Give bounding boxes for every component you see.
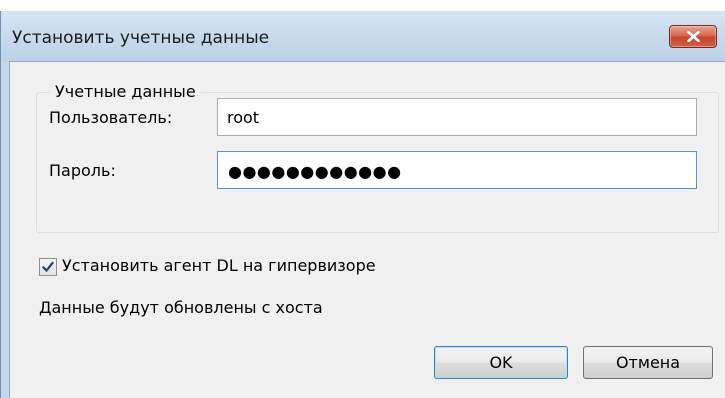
install-agent-label: Установить агент DL на гипервизоре <box>62 256 376 275</box>
user-label: Пользователь: <box>49 108 173 127</box>
cancel-button[interactable]: Отмена <box>583 346 713 379</box>
user-input[interactable] <box>217 98 697 136</box>
dialog-client-area: Учетные данные Пользователь: Пароль: ●●●… <box>9 61 725 398</box>
ok-button[interactable]: OK <box>434 346 568 379</box>
close-icon <box>687 31 700 42</box>
password-input[interactable]: ●●●●●●●●●●●● <box>217 151 697 189</box>
credentials-group-label: Учетные данные <box>50 82 201 101</box>
top-cropped-strip <box>0 0 725 11</box>
info-text: Данные будут обновлены с хоста <box>39 298 323 317</box>
install-agent-checkbox[interactable] <box>39 258 57 276</box>
dialog-title: Установить учетные данные <box>12 28 270 48</box>
title-bar[interactable]: Установить учетные данные <box>1 11 725 61</box>
password-label: Пароль: <box>49 161 116 180</box>
close-button[interactable] <box>669 25 717 48</box>
password-mask: ●●●●●●●●●●●● <box>228 162 402 181</box>
credentials-groupbox: Учетные данные Пользователь: Пароль: ●●●… <box>36 82 719 233</box>
dialog-window: Установить учетные данные Учетные данные… <box>0 11 725 398</box>
checkmark-icon <box>41 261 55 273</box>
